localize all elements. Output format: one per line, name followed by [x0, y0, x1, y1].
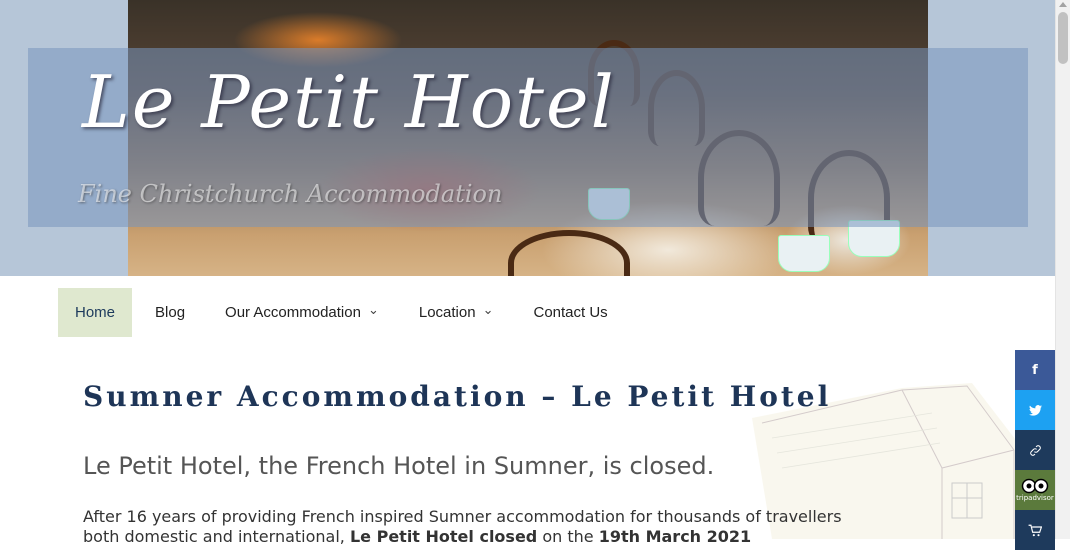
intro-paragraph: After 16 years of providing French inspi… — [83, 507, 843, 547]
paragraph-bold-closed: Le Petit Hotel closed — [349, 527, 538, 546]
nav-item-our-accommodation[interactable]: Our Accommodation ⌄ — [208, 288, 396, 337]
chevron-down-icon: ⌄ — [367, 301, 379, 317]
main-nav: Home Blog Our Accommodation ⌄ Location ⌄ Conta… — [58, 288, 631, 337]
nav-item-blog[interactable]: Blog — [138, 288, 202, 337]
tripadvisor-label: tripadvisor — [1016, 494, 1054, 502]
site-title[interactable]: Le Petit Hotel — [82, 60, 616, 144]
cart-button[interactable] — [1015, 510, 1055, 550]
nav-item-contact-us[interactable]: Contact Us — [516, 288, 624, 337]
facebook-icon: f — [1032, 362, 1038, 378]
tripadvisor-icon — [1021, 478, 1049, 494]
nav-item-location[interactable]: Location ⌄ — [402, 288, 511, 337]
facebook-share-button[interactable]: f — [1015, 350, 1055, 390]
nav-item-home[interactable]: Home — [58, 288, 133, 337]
nav-item-label: Contact Us — [533, 304, 608, 321]
copy-link-button[interactable] — [1015, 430, 1055, 470]
chevron-down-icon: ⌄ — [482, 301, 494, 317]
twitter-share-button[interactable] — [1015, 390, 1055, 430]
paragraph-text-mid: on the — [537, 527, 599, 546]
closure-subheading: Le Petit Hotel, the French Hotel in Sumn… — [83, 452, 715, 480]
chair-shape — [508, 230, 630, 276]
scroll-up-arrow-icon[interactable] — [1059, 2, 1067, 7]
site-header: Le Petit Hotel Fine Christchurch Accommo… — [0, 0, 1055, 276]
scroll-thumb[interactable] — [1058, 12, 1068, 64]
nav-item-label: Blog — [155, 304, 186, 321]
nav-item-label: Our Accommodation — [225, 304, 361, 321]
nav-item-label: Home — [75, 304, 116, 321]
teacup — [778, 235, 830, 272]
share-sidebar: f tripadvisor — [1015, 350, 1055, 550]
site-tagline: Fine Christchurch Accommodation — [78, 180, 503, 208]
cart-icon — [1028, 524, 1042, 536]
page-scrollbar[interactable] — [1055, 0, 1070, 539]
page-title: Sumner Accommodation – Le Petit Hotel — [83, 380, 832, 413]
link-icon — [1029, 444, 1041, 456]
paragraph-bold-date: 19th March 2021 — [598, 527, 752, 546]
nav-item-label: Location — [418, 304, 476, 321]
twitter-icon — [1028, 404, 1042, 416]
tripadvisor-button[interactable]: tripadvisor — [1015, 470, 1055, 510]
